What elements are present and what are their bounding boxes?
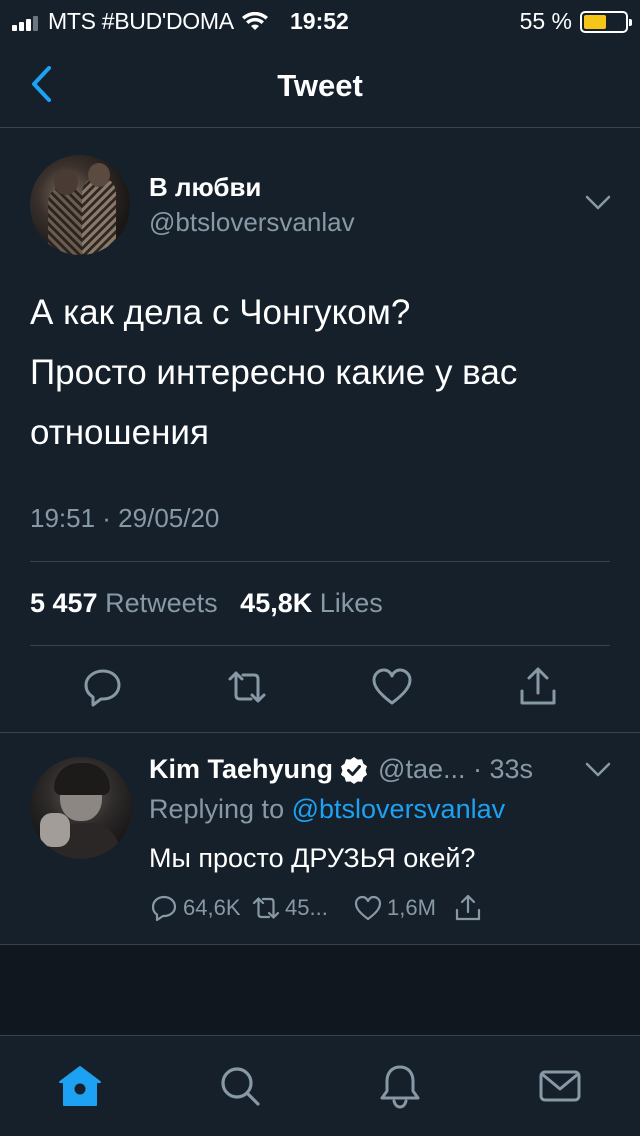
status-right: 55 % [519, 8, 632, 35]
tweet-text-line: отношения [30, 413, 209, 452]
likes-stat[interactable]: 45,8K Likes [240, 588, 383, 618]
tab-bar [0, 1035, 640, 1136]
notifications-icon[interactable] [376, 1062, 424, 1110]
reply-author-name[interactable]: Kim Taehyung [149, 754, 333, 785]
reply-text: Мы просто ДРУЗЬЯ окей? [149, 843, 476, 873]
wifi-icon [241, 11, 268, 30]
tweet-text: А как дела с Чонгуком? Просто интересно … [30, 283, 620, 463]
messages-icon[interactable] [536, 1062, 584, 1110]
tweet-text-line: А как дела с Чонгуком? [30, 293, 411, 332]
tweet-timestamp[interactable]: 19:51 · 29/05/20 [30, 503, 219, 534]
battery-percent: 55 % [519, 8, 572, 34]
verified-badge-icon [341, 756, 368, 784]
replying-to: Replying to @btsloversvanlav [149, 794, 505, 825]
divider [0, 732, 640, 733]
retweet-icon[interactable] [225, 665, 269, 709]
retweet-icon [252, 897, 280, 919]
like-icon[interactable] [370, 665, 414, 709]
search-icon[interactable] [216, 1062, 264, 1110]
avatar[interactable] [30, 155, 130, 255]
signal-strength-icon [12, 13, 40, 31]
retweets-count: 5 457 [30, 588, 98, 618]
like-count: 1,6M [387, 895, 436, 920]
reply-count: 64,6K [183, 895, 241, 920]
home-icon[interactable] [56, 1062, 104, 1110]
replying-prefix: Replying to [149, 794, 285, 824]
tweet-actions [0, 665, 640, 713]
status-time: 19:52 [290, 8, 349, 34]
like-icon [354, 895, 382, 921]
reply-like-button[interactable]: 1,6M [353, 893, 436, 923]
battery-icon [580, 10, 632, 33]
author-handle[interactable]: @btsloversvanlav [149, 207, 355, 238]
author-display-name[interactable]: В любви [149, 172, 261, 203]
likes-count: 45,8K [240, 588, 313, 618]
divider [30, 645, 610, 646]
reply-header: Kim Taehyung @tae... · 33s [149, 754, 533, 785]
reply-avatar[interactable] [30, 757, 132, 859]
reply-time: · 33s [473, 754, 534, 784]
likes-label: Likes [319, 588, 383, 618]
share-icon[interactable] [516, 665, 560, 709]
reply-reply-button[interactable]: 64,6K [149, 893, 241, 923]
status-left: MTS #BUD'DOMA [12, 8, 268, 35]
reply-handle[interactable]: @tae... [378, 754, 465, 785]
page-title: Tweet [277, 68, 363, 103]
tweet-stats: 5 457 Retweets 45,8K Likes [30, 588, 383, 619]
reply-share-button[interactable] [453, 893, 487, 923]
carrier-name: MTS #BUD'DOMA [48, 8, 234, 34]
retweets-label: Retweets [105, 588, 218, 618]
navigation-bar: Tweet [0, 42, 640, 128]
retweet-count: 45... [285, 895, 328, 920]
chevron-down-icon[interactable] [585, 762, 611, 778]
replying-mention[interactable]: @btsloversvanlav [292, 794, 506, 824]
reply-icon[interactable] [81, 665, 125, 709]
retweets-stat[interactable]: 5 457 Retweets [30, 588, 218, 618]
battery-fill [584, 14, 606, 29]
chevron-down-icon[interactable] [585, 195, 611, 211]
share-icon [455, 894, 481, 921]
reply-icon [151, 895, 177, 922]
tweet-text-line: Просто интересно какие у вас [30, 353, 518, 392]
status-bar: MTS #BUD'DOMA 19:52 55 % [0, 0, 640, 42]
divider [30, 561, 610, 562]
reply-retweet-button[interactable]: 45... [251, 893, 328, 923]
empty-area [0, 945, 640, 1035]
